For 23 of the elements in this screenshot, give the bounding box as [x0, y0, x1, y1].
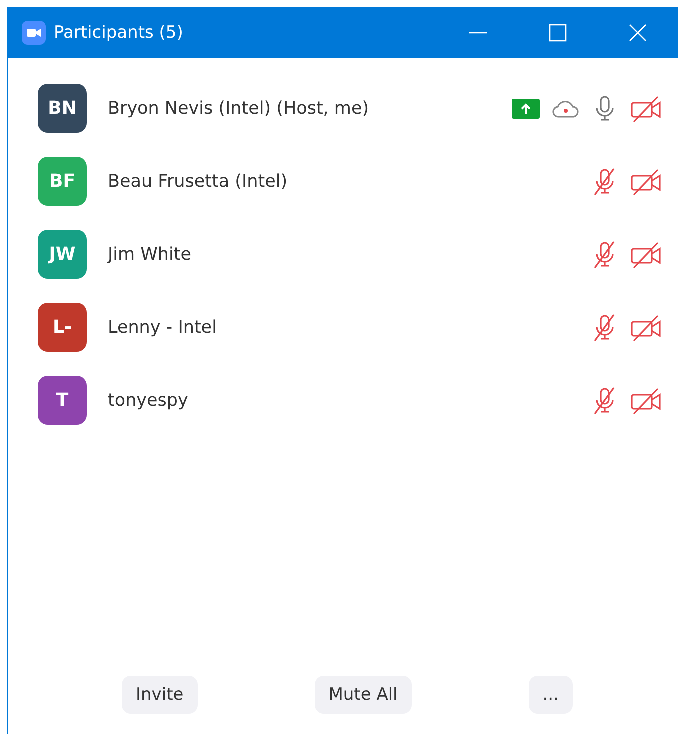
participant-name: Lenny - Intel [108, 318, 218, 338]
close-icon [629, 24, 647, 42]
camera-off-icon[interactable] [630, 240, 662, 268]
avatar: BF [38, 157, 87, 206]
window-title: Participants (5) [54, 22, 184, 42]
participant-name: Bryon Nevis (Intel) (Host, me) [108, 98, 370, 118]
action-button[interactable]: ... [528, 676, 573, 714]
minimize-icon [469, 32, 487, 34]
participant-name: Jim White [108, 244, 193, 264]
avatar: JW [38, 230, 87, 279]
action-button[interactable]: Invite [122, 676, 198, 714]
avatar: T [38, 376, 87, 425]
participant-name: Beau Frusetta (Intel) [108, 172, 289, 192]
avatar: BN [38, 84, 87, 133]
avatar: L- [38, 303, 87, 352]
camera-off-icon[interactable] [630, 94, 662, 122]
maximize-icon [549, 24, 567, 42]
camera-off-icon[interactable] [630, 168, 662, 196]
camera-off-icon[interactable] [630, 314, 662, 342]
camera-off-icon[interactable] [630, 386, 662, 414]
action-button[interactable]: Mute All [314, 676, 412, 714]
video-camera-icon [22, 20, 46, 44]
participant-name: tonyespy [108, 390, 190, 410]
